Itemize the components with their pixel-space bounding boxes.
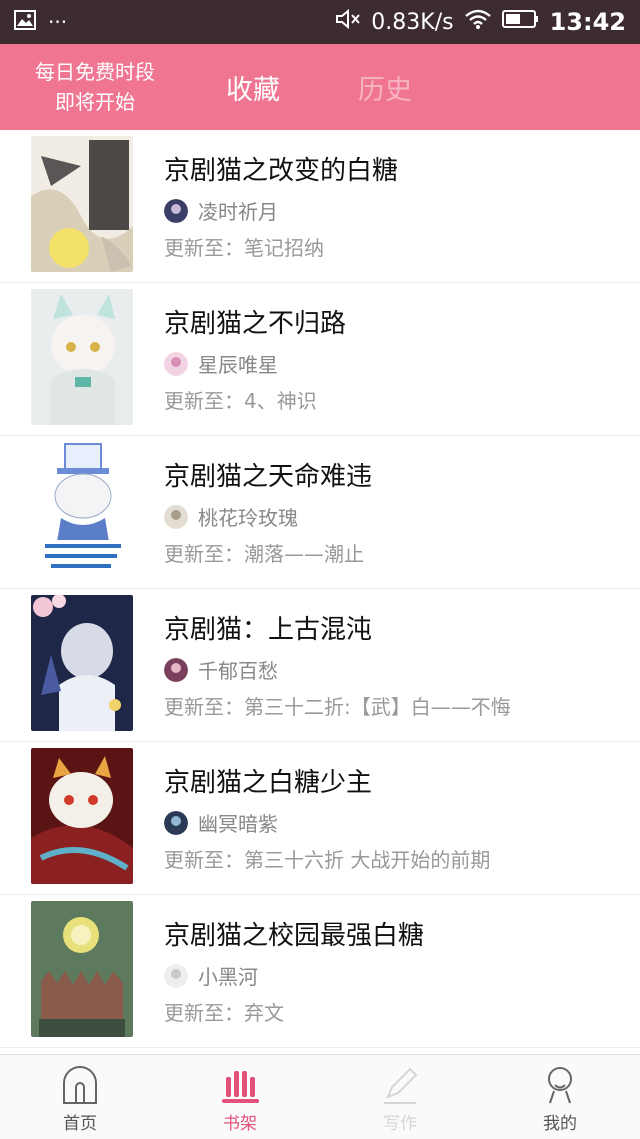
- nav-bookshelf-label: 书架: [223, 1114, 257, 1134]
- author-row: 星辰唯星: [164, 349, 278, 378]
- author-name: 桃花玲玫瑰: [198, 506, 298, 530]
- top-header: 每日免费时段 即将开始 收藏 历史: [0, 44, 640, 130]
- book-title: 京剧猫之校园最强白糖: [164, 921, 425, 951]
- book-title: 京剧猫之天命难违: [164, 462, 373, 492]
- update-chapter: 潮落——潮止: [244, 542, 364, 566]
- nav-home[interactable]: 首页: [0, 1055, 160, 1139]
- status-bar: ··· 0.83K/s 13:42: [0, 0, 640, 44]
- nav-bookshelf[interactable]: 书架: [160, 1055, 320, 1139]
- promo-line-1: 每日免费时段: [35, 60, 155, 84]
- author-name: 星辰唯星: [198, 353, 278, 377]
- bookshelf-icon: [222, 1071, 259, 1103]
- book-title: 京剧猫之改变的白糖: [164, 156, 399, 186]
- update-label: 更新至：: [164, 542, 244, 566]
- nav-write[interactable]: 写作: [320, 1055, 480, 1139]
- tab-favorites[interactable]: 收藏: [226, 68, 280, 107]
- author-avatar: [164, 963, 188, 988]
- cover-art: [31, 289, 133, 425]
- author-avatar: [164, 810, 188, 835]
- wifi-icon: [464, 8, 492, 36]
- update-label: 更新至：: [164, 848, 244, 872]
- update-info: 更新至：4、神识: [164, 385, 317, 414]
- cover-art: [31, 748, 133, 884]
- network-speed: 0.83K/s: [371, 9, 454, 35]
- update-chapter: 4、神识: [244, 389, 317, 413]
- author-name: 凌时祈月: [198, 200, 278, 224]
- update-info: 更新至：笔记招纳: [164, 232, 324, 261]
- update-info: 更新至：潮落——潮止: [164, 538, 364, 567]
- update-chapter: 弃文: [244, 1001, 284, 1025]
- clock: 13:42: [549, 8, 626, 36]
- home-icon: [63, 1066, 97, 1104]
- book-title: 京剧猫之白糖少主: [164, 768, 373, 798]
- nav-mine[interactable]: 我的: [480, 1055, 640, 1139]
- list-item[interactable]: 京剧猫之天命难违 桃花玲玫瑰 更新至：潮落——潮止: [0, 436, 640, 589]
- list-item[interactable]: 京剧猫：上古混沌 千郁百愁 更新至：第三十二折:【武】白——不悔: [0, 589, 640, 742]
- battery-icon: [501, 9, 540, 35]
- update-info: 更新至：第三十六折 大战开始的前期: [164, 844, 490, 873]
- author-avatar: [164, 198, 188, 223]
- cover-art: [31, 442, 133, 578]
- cover-art: [31, 901, 133, 1037]
- author-avatar: [164, 351, 188, 376]
- tab-history[interactable]: 历史: [358, 68, 412, 107]
- pencil-icon: [384, 1067, 418, 1104]
- book-list: 京剧猫之改变的白糖 凌时祈月 更新至：笔记招纳 京剧猫之不归路 星辰唯星 更新至…: [0, 130, 640, 1054]
- profile-icon: [548, 1067, 572, 1104]
- bottom-nav: 首页 书架 写作 我的: [0, 1054, 640, 1139]
- author-name: 小黑河: [198, 965, 258, 989]
- cover-art: [31, 595, 133, 731]
- nav-write-label: 写作: [383, 1114, 417, 1134]
- update-chapter: 第三十二折:【武】白——不悔: [244, 695, 511, 719]
- author-name: 幽冥暗紫: [198, 812, 278, 836]
- update-label: 更新至：: [164, 389, 244, 413]
- author-row: 幽冥暗紫: [164, 808, 278, 837]
- update-label: 更新至：: [164, 1001, 244, 1025]
- author-row: 桃花玲玫瑰: [164, 502, 298, 531]
- nav-home-label: 首页: [63, 1114, 97, 1134]
- author-avatar: [164, 504, 188, 529]
- cover-art: [31, 136, 133, 272]
- book-title: 京剧猫之不归路: [164, 309, 347, 339]
- update-info: 更新至：第三十二折:【武】白——不悔: [164, 691, 511, 720]
- mute-icon: [335, 8, 361, 36]
- author-row: 千郁百愁: [164, 655, 278, 684]
- list-item[interactable]: 京剧猫之改变的白糖 凌时祈月 更新至：笔记招纳: [0, 130, 640, 283]
- promo-line-2: 即将开始: [55, 90, 135, 114]
- author-row: 凌时祈月: [164, 196, 278, 225]
- update-chapter: 笔记招纳: [244, 236, 324, 260]
- list-item[interactable]: 京剧猫之白糖少主 幽冥暗紫 更新至：第三十六折 大战开始的前期: [0, 742, 640, 895]
- author-row: 小黑河: [164, 961, 258, 990]
- update-chapter: 第三十六折 大战开始的前期: [244, 848, 491, 872]
- image-icon: [14, 10, 36, 34]
- update-info: 更新至：弃文: [164, 997, 284, 1026]
- author-avatar: [164, 657, 188, 682]
- update-label: 更新至：: [164, 695, 244, 719]
- nav-mine-label: 我的: [543, 1114, 577, 1134]
- more-dots-icon: ···: [48, 10, 68, 34]
- free-period-banner[interactable]: 每日免费时段 即将开始: [0, 57, 190, 117]
- list-item[interactable]: 京剧猫之不归路 星辰唯星 更新至：4、神识: [0, 283, 640, 436]
- author-name: 千郁百愁: [198, 659, 278, 683]
- update-label: 更新至：: [164, 236, 244, 260]
- book-title: 京剧猫：上古混沌: [164, 615, 373, 645]
- list-item[interactable]: 京剧猫之校园最强白糖 小黑河 更新至：弃文: [0, 895, 640, 1048]
